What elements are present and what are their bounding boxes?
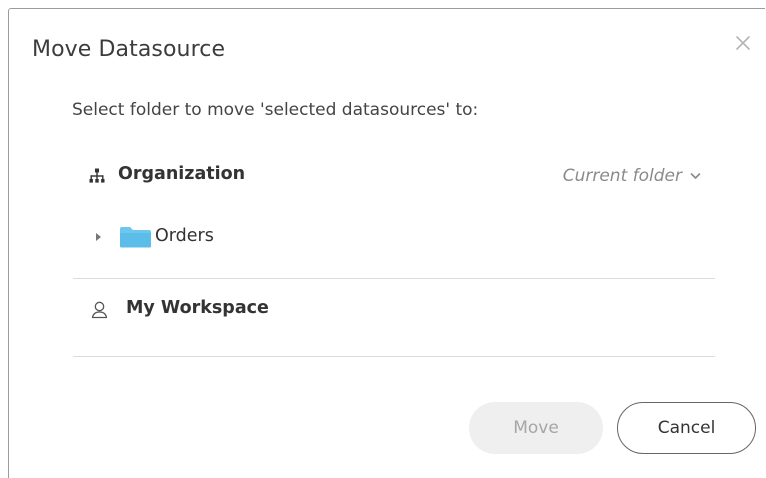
my-workspace-label: My Workspace [126, 298, 269, 318]
current-folder-label: Current folder [562, 166, 682, 186]
divider [73, 278, 715, 279]
divider [73, 356, 715, 357]
organization-icon [89, 168, 105, 183]
orders-label: Orders [155, 226, 214, 246]
close-icon[interactable] [734, 34, 752, 52]
cancel-button[interactable]: Cancel [617, 402, 756, 454]
move-datasource-dialog: Move Datasource Select folder to move 's… [8, 8, 765, 478]
folder-item-organization[interactable]: Organization Current folder [73, 158, 715, 194]
caret-right-icon[interactable] [95, 232, 103, 242]
instruction-text: Select folder to move 'selected datasour… [72, 100, 479, 120]
organization-label: Organization [118, 164, 246, 184]
user-icon [91, 301, 108, 319]
folder-item-orders[interactable]: Orders [73, 219, 715, 255]
move-button[interactable]: Move [469, 402, 603, 454]
chevron-down-icon [690, 173, 701, 179]
folder-icon [120, 227, 151, 248]
dialog-title: Move Datasource [32, 37, 226, 62]
current-folder-dropdown[interactable]: Current folder [563, 166, 701, 186]
folder-item-my-workspace[interactable]: My Workspace [73, 292, 715, 328]
